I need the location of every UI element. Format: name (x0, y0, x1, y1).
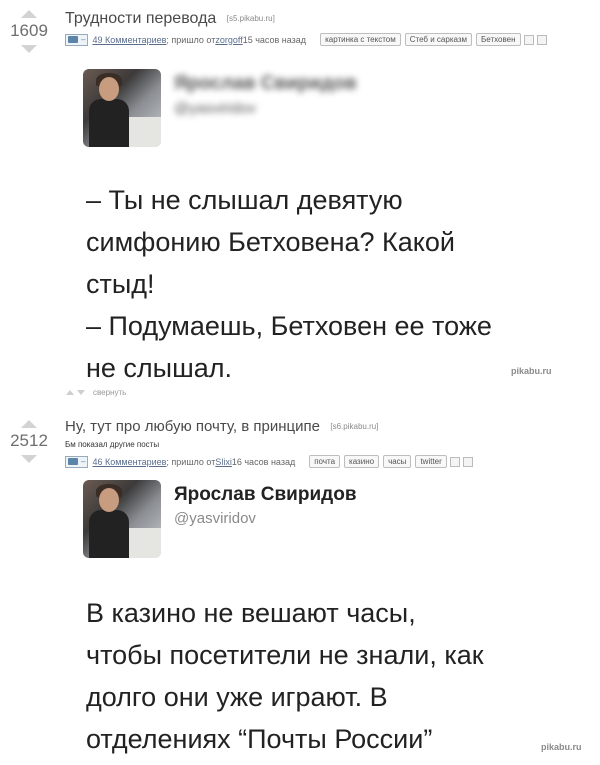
tweet-line: отделениях “Почты России” (86, 724, 433, 754)
upvote-arrow-icon[interactable] (21, 10, 37, 18)
downvote-arrow-icon[interactable] (21, 45, 37, 53)
expand-icon[interactable] (536, 34, 547, 45)
upvote-arrow-icon[interactable] (21, 420, 37, 428)
meta-text: ; пришло от (166, 34, 216, 45)
comments-link[interactable]: 46 Комментариев (92, 457, 166, 467)
collapse-row: свернуть (66, 388, 126, 397)
tweet-line: В казино не вешают часы, (86, 598, 416, 628)
tag[interactable]: картинка с текстом (320, 33, 401, 46)
watermark: pikabu.ru (541, 742, 582, 752)
tag[interactable]: казино (344, 455, 380, 468)
post-title-link[interactable]: Ну, тут про любую почту, в принципе (65, 418, 320, 435)
save-icon[interactable] (449, 456, 460, 467)
comments-link[interactable]: 49 Комментариев (92, 35, 166, 45)
post-title-row: Трудности перевода [s5.pikabu.ru] (65, 10, 275, 28)
collapse-link[interactable]: свернуть (93, 388, 126, 397)
tag[interactable]: twitter (415, 455, 447, 468)
author-link[interactable]: Slixi (215, 457, 232, 467)
downvote-arrow-icon[interactable] (21, 455, 37, 463)
small-downvote-icon[interactable] (77, 390, 85, 395)
watermark: pikabu.ru (511, 366, 552, 376)
expand-icon[interactable] (462, 456, 473, 467)
camera-icon (68, 36, 78, 43)
post-title-row: Ну, тут про любую почту, в принципе [s6.… (65, 418, 378, 436)
post-meta: – 46 Комментариев ; пришло от Slixi 16 ч… (65, 455, 473, 468)
post-meta: – 49 Комментариев ; пришло от zorgoff 15… (65, 33, 547, 46)
image-post-badge[interactable]: – (65, 33, 89, 46)
shown-posts-note: Бм показал другие посты (65, 440, 160, 449)
tweet-line: чтобы посетители не знали, как (86, 640, 484, 670)
post-image: Ярослав Свиридов @yasviridov – Ты не слы… (66, 55, 576, 385)
post-title-link[interactable]: Трудности перевода (65, 10, 216, 27)
avatar (83, 480, 161, 558)
author-link[interactable]: zorgoff (215, 35, 242, 45)
tag[interactable]: Бетховен (476, 33, 521, 46)
tweet-line: – Ты не слышал девятую (86, 185, 403, 215)
tweet-line: стыд! (86, 269, 155, 299)
post-image: Ярослав Свиридов @yasviridov В казино не… (66, 472, 582, 765)
tweet-line: не слышал. (86, 353, 233, 383)
tweet-author-name: Ярослав Свиридов (174, 484, 357, 505)
post-rating: 2512 (10, 431, 48, 450)
vote-block: 1609 (0, 10, 58, 53)
tweet-line: долго они уже играют. В (86, 682, 388, 712)
vote-block: 2512 (0, 420, 58, 463)
tweet-author-name: Ярослав Свиридов (174, 73, 357, 94)
tag[interactable]: Стеб и сарказм (404, 33, 473, 46)
small-upvote-icon[interactable] (66, 390, 74, 395)
avatar (83, 69, 161, 147)
post-rating: 1609 (10, 21, 48, 40)
camera-icon (68, 458, 78, 465)
tag[interactable]: почта (309, 455, 341, 468)
post-time: 16 часов назад (231, 456, 296, 467)
tag[interactable]: часы (383, 455, 412, 468)
image-post-badge[interactable]: – (65, 455, 89, 468)
tweet-author-handle: @yasviridov (174, 100, 256, 117)
tweet-author-handle: @yasviridov (174, 510, 256, 527)
save-icon[interactable] (523, 34, 534, 45)
post-source: [s5.pikabu.ru] (226, 14, 275, 23)
tweet-line: – Подумаешь, Бетховен ее тоже (86, 311, 492, 341)
tweet-text: – Ты не слышал девятую симфонию Бетховен… (86, 179, 492, 389)
tweet-line: симфонию Бетховена? Какой (86, 227, 455, 257)
meta-text: ; пришло от (166, 456, 216, 467)
post-source: [s6.pikabu.ru] (330, 422, 379, 431)
post-time: 15 часов назад (242, 34, 307, 45)
tweet-text: В казино не вешают часы, чтобы посетител… (86, 592, 484, 760)
